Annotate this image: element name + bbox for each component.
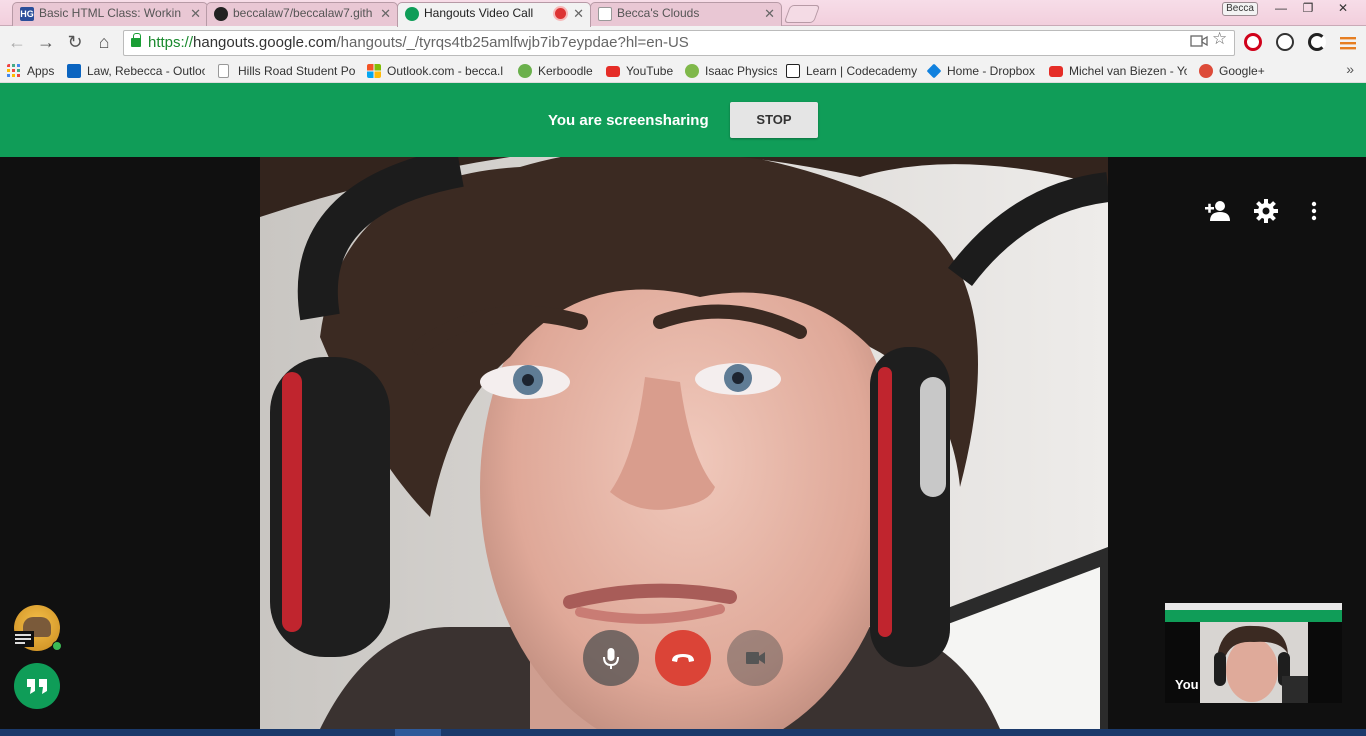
youtube-icon — [1049, 66, 1063, 77]
tab-title: beccalaw7/beccalaw7.gith — [233, 6, 373, 20]
thumbnail-browser-bar — [1165, 603, 1342, 610]
hang-up-phone-icon — [672, 654, 694, 662]
taskbar-active-app[interactable] — [395, 729, 441, 736]
browser-toolbar: ← → ↻ ⌂ https://hangouts.google.com/hang… — [0, 26, 1366, 59]
address-bar[interactable]: https://hangouts.google.com/hangouts/_/t… — [123, 30, 1235, 56]
codecademy-icon — [786, 64, 800, 78]
bookmark-label: Outlook.com - becca.l — [387, 64, 504, 78]
tab-title: Hangouts Video Call — [424, 6, 534, 20]
extension-icon[interactable] — [1276, 33, 1294, 51]
close-icon[interactable]: ✕ — [190, 3, 201, 24]
bookmark-label: Apps — [27, 64, 55, 78]
close-icon[interactable]: ✕ — [573, 3, 584, 24]
more-options-icon[interactable] — [1300, 197, 1328, 225]
hangouts-icon — [405, 7, 419, 21]
url-host: hangouts.google.com — [193, 34, 337, 51]
tab-github[interactable]: beccalaw7/beccalaw7.gith ✕ — [206, 2, 398, 26]
tab-title: Basic HTML Class: Workin — [39, 6, 182, 20]
bookmark-outlook-com[interactable]: Outlook.com - becca.l — [367, 62, 505, 80]
bookmark-label: Kerboodle — [538, 64, 593, 78]
restore-button[interactable]: ❐ — [1295, 0, 1321, 18]
bookmark-label: Google+ — [1219, 64, 1265, 78]
minimize-button[interactable]: — — [1268, 0, 1294, 18]
opera-extension-icon[interactable] — [1244, 33, 1262, 51]
self-view-label: You — [1175, 677, 1199, 692]
window-close-button[interactable]: ✕ — [1325, 0, 1361, 18]
tab-strip: HG Basic HTML Class: Workin ✕ beccalaw7/… — [0, 0, 1366, 27]
lock-icon — [131, 33, 141, 47]
microsoft-icon — [367, 64, 381, 78]
hangouts-quote-icon — [27, 679, 47, 694]
bookmark-label: Law, Rebecca - Outloo — [87, 64, 205, 78]
bookmark-label: Isaac Physics — [705, 64, 777, 78]
os-taskbar — [0, 729, 1366, 736]
tab-title: Becca's Clouds — [617, 6, 700, 20]
add-person-icon[interactable] — [1204, 197, 1232, 225]
bookmark-codecademy[interactable]: Learn | Codecademy — [786, 62, 918, 80]
settings-gear-icon[interactable] — [1252, 197, 1280, 225]
bookmark-hills-road[interactable]: Hills Road Student Po — [218, 62, 356, 80]
chat-icon[interactable] — [12, 631, 34, 651]
outlook-icon — [67, 64, 81, 78]
menu-icon[interactable] — [1340, 36, 1356, 50]
bookmark-apps[interactable]: Apps — [7, 62, 59, 80]
more-bookmarks-chevron-icon[interactable]: » — [1346, 61, 1354, 77]
toggle-camera-button[interactable] — [727, 630, 783, 686]
close-icon[interactable]: ✕ — [380, 3, 391, 24]
hangouts-button[interactable] — [14, 663, 60, 709]
bookmark-youtube[interactable]: YouTube — [606, 62, 676, 80]
google-plus-icon — [1199, 64, 1213, 78]
sync-extension-icon[interactable] — [1308, 33, 1326, 51]
bookmark-kerboodle[interactable]: Kerboodle — [518, 62, 598, 80]
tab-basic-html-class[interactable]: HG Basic HTML Class: Workin ✕ — [12, 2, 208, 26]
screenshare-status-text: You are screensharing — [548, 112, 709, 129]
url-scheme: https:// — [148, 34, 194, 51]
bookmark-label: Learn | Codecademy — [806, 64, 918, 78]
forward-button[interactable]: → — [35, 31, 57, 53]
bookmark-outlook-law[interactable]: Law, Rebecca - Outloo — [67, 62, 205, 80]
back-button[interactable]: ← — [6, 31, 28, 53]
video-camera-icon — [746, 652, 765, 664]
mute-microphone-button[interactable] — [583, 630, 639, 686]
youtube-icon — [606, 66, 620, 77]
hg-logo-icon: HG — [20, 7, 34, 21]
bookmark-label: Home - Dropbox — [947, 64, 1036, 78]
close-icon[interactable]: ✕ — [764, 3, 775, 24]
dropbox-icon — [927, 63, 942, 79]
microphone-icon — [603, 648, 619, 669]
bookmark-star-icon[interactable]: ☆ — [1212, 29, 1227, 49]
online-status-dot — [52, 641, 62, 651]
new-tab-button[interactable] — [783, 5, 821, 23]
tab-beccas-clouds[interactable]: Becca's Clouds ✕ — [590, 2, 782, 26]
camera-in-use-icon[interactable] — [1190, 34, 1208, 48]
kerboodle-icon — [518, 64, 532, 78]
github-icon — [214, 7, 228, 21]
url-path: /hangouts/_/tyrqs4tb25amlfwjb7ib7eypdae?… — [336, 34, 689, 51]
bookmark-label: Hills Road Student Po — [238, 64, 356, 78]
tab-hangouts-video-call[interactable]: Hangouts Video Call ✕ — [397, 2, 591, 27]
reload-button[interactable]: ↻ — [64, 31, 86, 53]
profile-button[interactable]: Becca — [1222, 2, 1258, 16]
end-call-button[interactable] — [655, 630, 711, 686]
stop-screenshare-button[interactable]: STOP — [730, 102, 818, 138]
self-video-image — [1200, 622, 1308, 703]
recording-indicator-icon — [555, 8, 566, 19]
bookmark-isaac-physics[interactable]: Isaac Physics — [685, 62, 777, 80]
thumbnail-banner — [1165, 610, 1342, 622]
video-call-stage: You — [0, 157, 1366, 736]
screenshare-banner: You are screensharing STOP — [0, 83, 1366, 157]
bookmark-label: Michel van Biezen - Yo — [1069, 64, 1187, 78]
bookmarks-bar: Apps Law, Rebecca - Outloo Hills Road St… — [0, 59, 1366, 83]
home-button[interactable]: ⌂ — [93, 31, 115, 53]
isaac-physics-icon — [685, 64, 699, 78]
apps-grid-icon — [7, 64, 20, 77]
page-icon — [218, 64, 229, 78]
bookmark-label: YouTube — [626, 64, 674, 78]
bookmark-michel-van-biezen[interactable]: Michel van Biezen - Yo — [1049, 62, 1187, 80]
self-view-thumbnail[interactable]: You — [1165, 603, 1342, 703]
bookmark-dropbox[interactable]: Home - Dropbox — [927, 62, 1041, 80]
bookmark-google-plus[interactable]: Google+ — [1199, 62, 1279, 80]
page-icon — [598, 7, 612, 21]
